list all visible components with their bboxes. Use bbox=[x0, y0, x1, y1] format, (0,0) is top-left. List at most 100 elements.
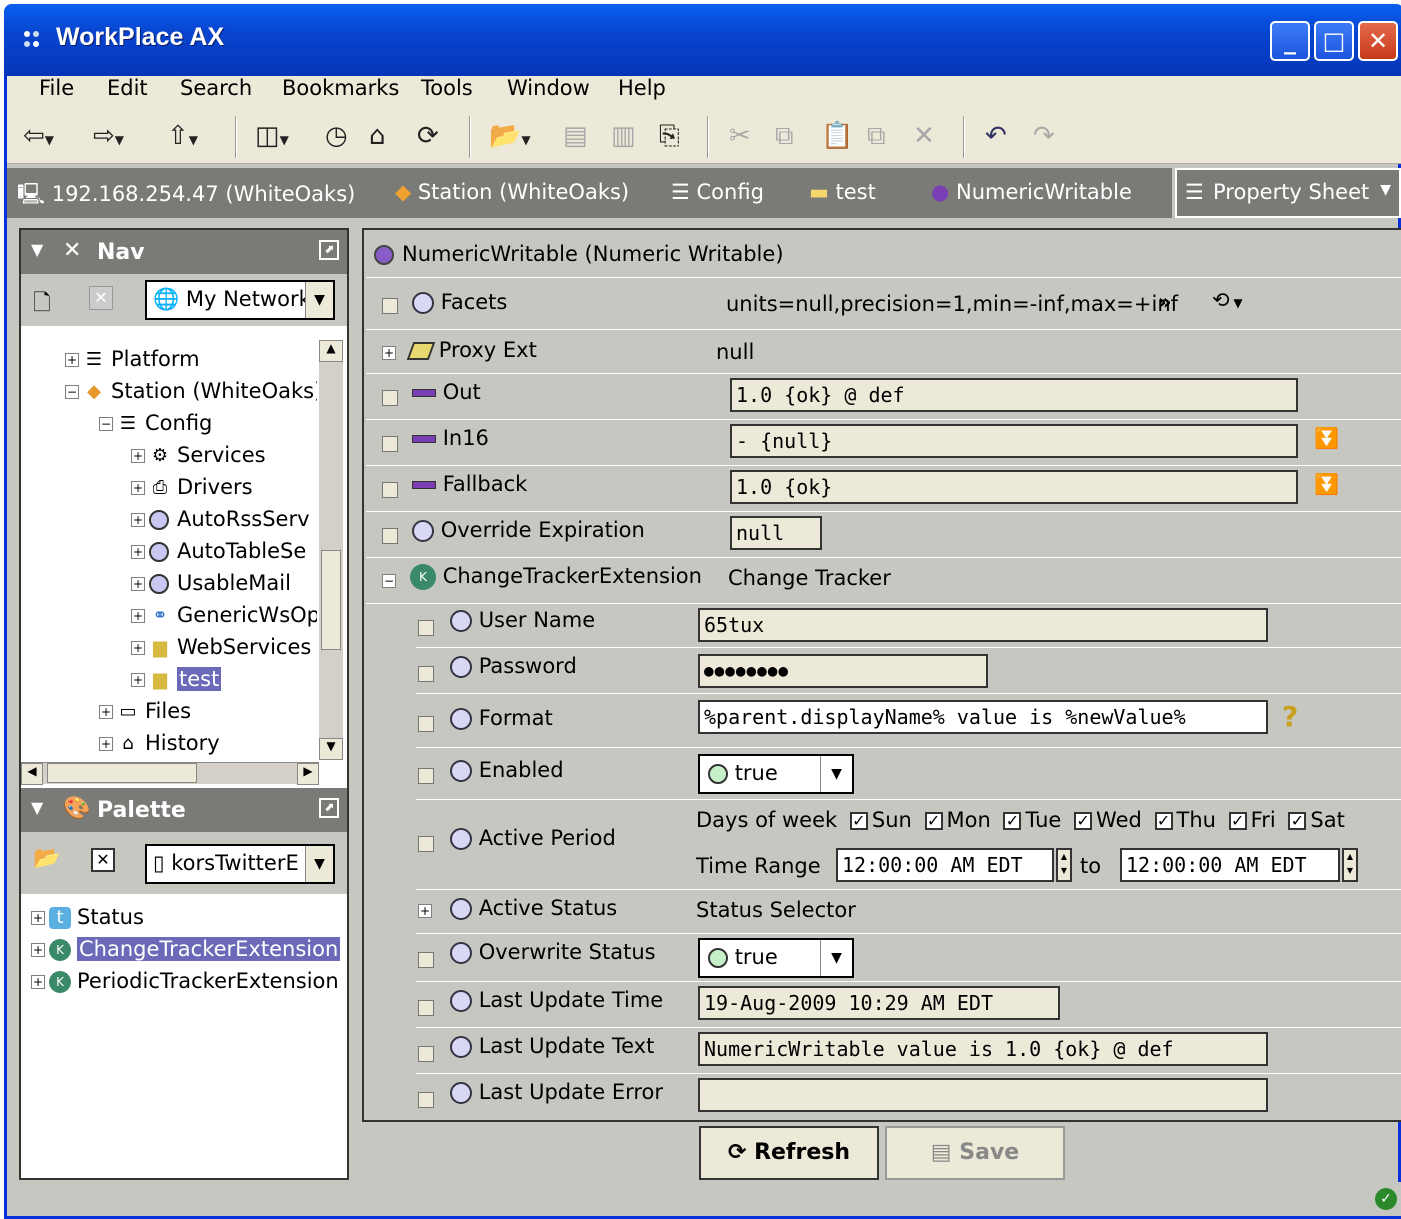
sat-checkbox[interactable]: ✓ bbox=[1288, 812, 1307, 830]
palette-item-status[interactable]: + t Status bbox=[31, 902, 144, 932]
delete-icon[interactable]: ✕ bbox=[913, 118, 935, 154]
expand-icon[interactable]: + bbox=[131, 577, 145, 591]
row-checkbox[interactable] bbox=[418, 666, 434, 682]
expand-icon[interactable]: + bbox=[131, 609, 145, 623]
palette-item-changetracker[interactable]: + K ChangeTrackerExtension bbox=[31, 934, 341, 964]
expand-icon[interactable]: + bbox=[131, 481, 145, 495]
locator-station[interactable]: ◆ Station (WhiteOaks) bbox=[395, 180, 629, 204]
expand-icon[interactable]: + bbox=[99, 705, 113, 719]
tree-item-station[interactable]: − ◆ Station (WhiteOaks) bbox=[65, 376, 317, 406]
close-icon[interactable]: ✕ bbox=[89, 286, 113, 310]
expand-icon[interactable]: + bbox=[131, 545, 145, 559]
locator-host[interactable]: 🖳 192.168.254.47 (WhiteOaks) bbox=[17, 180, 355, 215]
maximize-pane-icon[interactable]: ⬈ bbox=[319, 798, 339, 818]
overwrite-status-dropdown[interactable]: true ▼ bbox=[698, 938, 854, 978]
scroll-right-icon[interactable]: ▶ bbox=[297, 763, 319, 785]
thu-checkbox[interactable]: ✓ bbox=[1154, 812, 1173, 830]
paste-icon[interactable]: 📋 bbox=[821, 118, 853, 154]
collapse-icon[interactable]: ▼ bbox=[31, 798, 43, 817]
time-range-to-input[interactable]: 12:00:00 AM EDT bbox=[1120, 848, 1340, 882]
collapse-icon[interactable]: − bbox=[99, 417, 113, 431]
scroll-thumb[interactable] bbox=[321, 550, 341, 650]
tree-item-config[interactable]: − ☰ Config bbox=[99, 408, 212, 438]
enabled-dropdown[interactable]: true ▼ bbox=[698, 754, 854, 794]
scroll-left-icon[interactable]: ◀ bbox=[21, 763, 43, 785]
nav-header[interactable]: ▼ ✕ Nav ⬈ bbox=[21, 230, 347, 274]
row-checkbox[interactable] bbox=[418, 1000, 434, 1016]
title-bar[interactable]: WorkPlace AX _ □ ✕ bbox=[4, 4, 1401, 76]
expand-icon[interactable]: + bbox=[418, 904, 432, 918]
save-icon[interactable]: ▤ bbox=[563, 118, 588, 154]
tree-item-services[interactable]: + ⚙ Services bbox=[131, 440, 266, 470]
row-checkbox[interactable] bbox=[418, 952, 434, 968]
duplicate-icon[interactable]: ⧉ bbox=[867, 118, 886, 154]
row-checkbox[interactable] bbox=[418, 836, 434, 852]
format-input[interactable]: %parent.displayName% value is %newValue% bbox=[698, 700, 1268, 734]
refresh-button[interactable]: ⟳ Refresh bbox=[699, 1126, 879, 1180]
tree-item-history[interactable]: + ⌂ History bbox=[99, 728, 220, 758]
refresh-icon[interactable]: ⟳ bbox=[417, 118, 439, 154]
row-checkbox[interactable] bbox=[418, 1046, 434, 1062]
expand-icon[interactable]: + bbox=[131, 673, 145, 687]
expand-icon[interactable]: + bbox=[99, 737, 113, 751]
set-null-icon[interactable]: ⏬ bbox=[1314, 426, 1339, 450]
redo-icon[interactable]: ↷ bbox=[1033, 118, 1055, 154]
tree-item-files[interactable]: + ▭ Files bbox=[99, 696, 191, 726]
menu-tools[interactable]: Tools bbox=[421, 76, 473, 100]
menu-file[interactable]: File bbox=[39, 76, 74, 100]
tree-item-test[interactable]: + ▆ test bbox=[131, 664, 222, 694]
action-menu-icon[interactable]: ⟲ ▼ bbox=[1212, 288, 1243, 312]
expand-icon[interactable]: + bbox=[65, 353, 79, 367]
row-checkbox[interactable] bbox=[382, 482, 398, 498]
expand-icon[interactable]: + bbox=[382, 346, 396, 360]
palette-item-periodictracker[interactable]: + K PeriodicTrackerExtension bbox=[31, 966, 339, 996]
save-button[interactable]: ▤ Save bbox=[885, 1126, 1065, 1180]
menu-search[interactable]: Search bbox=[180, 76, 252, 100]
row-checkbox[interactable] bbox=[382, 390, 398, 406]
up-level-icon[interactable]: ⇧▼ bbox=[167, 118, 198, 154]
menu-edit[interactable]: Edit bbox=[107, 76, 148, 100]
expand-icon[interactable]: + bbox=[31, 975, 45, 989]
collapse-icon[interactable]: − bbox=[65, 385, 79, 399]
tree-item-autorss[interactable]: + AutoRssServ bbox=[131, 504, 310, 534]
tree-item-autotable[interactable]: + AutoTableSe bbox=[131, 536, 306, 566]
row-checkbox[interactable] bbox=[382, 436, 398, 452]
cut-icon[interactable]: ✂ bbox=[729, 118, 751, 154]
new-document-icon[interactable]: 🗋 bbox=[33, 286, 51, 324]
undo-icon[interactable]: ↶ bbox=[985, 118, 1007, 154]
export-icon[interactable]: ⎘ bbox=[659, 118, 680, 154]
close-icon[interactable]: ✕ bbox=[91, 848, 115, 872]
mon-checkbox[interactable]: ✓ bbox=[924, 812, 943, 830]
row-checkbox[interactable] bbox=[418, 716, 434, 732]
collapse-icon[interactable]: ▼ bbox=[31, 240, 43, 259]
in16-field[interactable]: - {null} bbox=[730, 424, 1298, 458]
home-icon[interactable]: ⌂ bbox=[369, 118, 386, 154]
tree-item-webservices[interactable]: + ▆ WebServices bbox=[131, 632, 311, 662]
tree-item-usablemail[interactable]: + UsableMail bbox=[131, 568, 291, 598]
password-input[interactable]: ●●●●●●●● bbox=[698, 654, 988, 688]
menu-window[interactable]: Window bbox=[507, 76, 590, 100]
wed-checkbox[interactable]: ✓ bbox=[1074, 812, 1093, 830]
close-button[interactable]: ✕ bbox=[1358, 21, 1398, 61]
expand-icon[interactable]: + bbox=[131, 449, 145, 463]
spinner-icon[interactable]: ▲ ▼ bbox=[1056, 848, 1072, 882]
maximize-pane-icon[interactable]: ⬈ bbox=[319, 240, 339, 260]
forward-icon[interactable]: ⇨▼ bbox=[93, 118, 124, 154]
time-range-from-input[interactable]: 12:00:00 AM EDT bbox=[836, 848, 1054, 882]
row-checkbox[interactable] bbox=[418, 1092, 434, 1108]
locator-component[interactable]: ● NumericWritable bbox=[931, 180, 1132, 204]
history-icon[interactable]: ◷ bbox=[325, 118, 348, 154]
facets-edit-icon[interactable]: » bbox=[1158, 290, 1172, 314]
fallback-field[interactable]: 1.0 {ok} bbox=[730, 470, 1298, 504]
nav-horizontal-scrollbar[interactable]: ◀ ▶ bbox=[21, 762, 319, 785]
help-icon[interactable]: ? bbox=[1282, 700, 1298, 733]
view-selector[interactable]: ☰ Property Sheet ▼ bbox=[1175, 168, 1401, 218]
row-checkbox[interactable] bbox=[418, 620, 434, 636]
scroll-thumb[interactable] bbox=[47, 763, 197, 783]
side-bar-icon[interactable]: ◫▼ bbox=[255, 118, 289, 154]
spinner-icon[interactable]: ▲ ▼ bbox=[1342, 848, 1358, 882]
tree-item-platform[interactable]: + ☰ Platform bbox=[65, 344, 200, 374]
palette-header[interactable]: ▼ 🎨 Palette ⬈ bbox=[21, 788, 347, 832]
nav-vertical-scrollbar[interactable]: ▲ ▼ bbox=[319, 340, 343, 760]
row-checkbox[interactable] bbox=[418, 768, 434, 784]
